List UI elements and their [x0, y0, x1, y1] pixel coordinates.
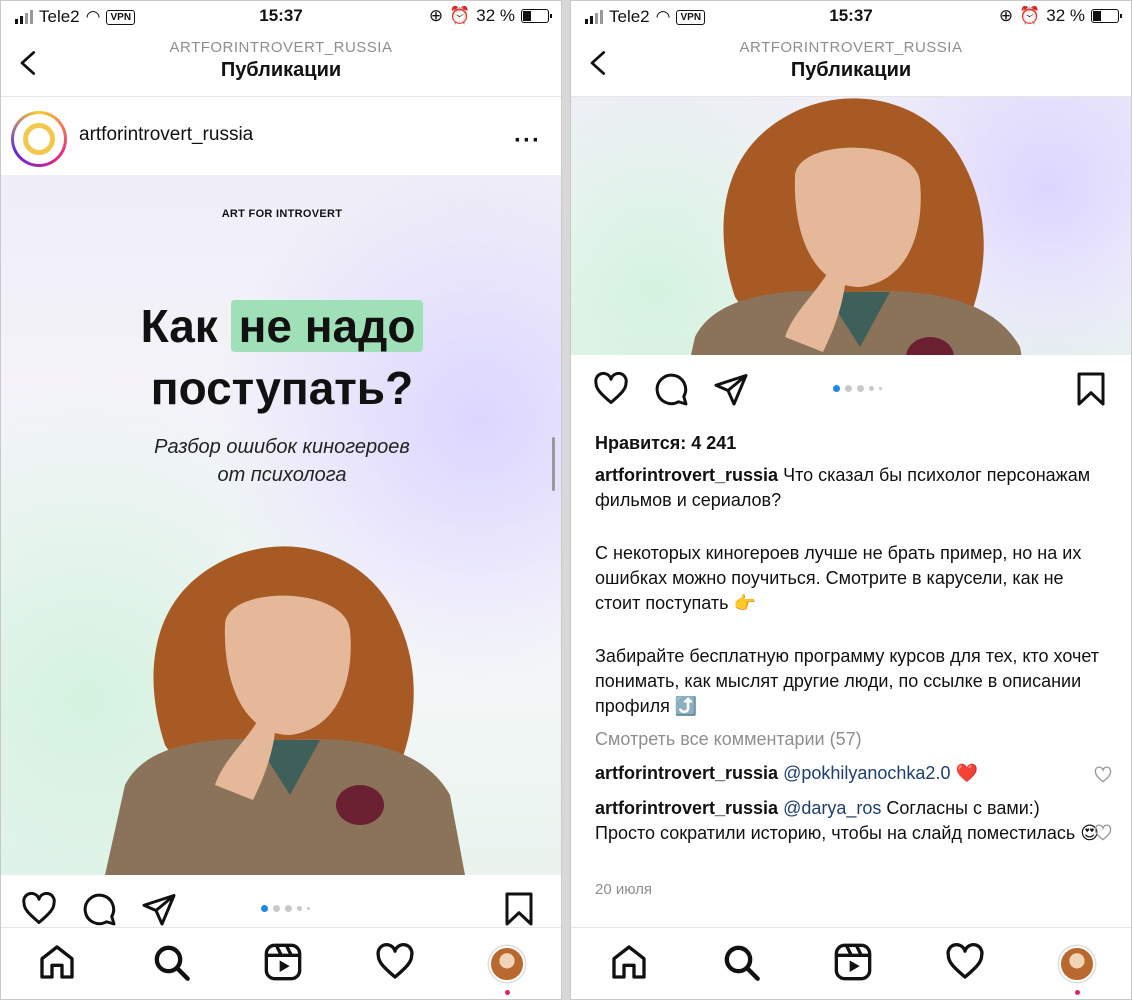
reels-icon[interactable] [833, 942, 873, 982]
status-right: ⊕ ⏰ 32 % [428, 6, 552, 26]
comment-1: artforintrovert_russia @pokhilyanochka2.… [595, 761, 1101, 786]
post-date: 20 июля [595, 881, 653, 898]
headline-part-1: Как [140, 300, 231, 352]
like-heart-icon[interactable] [593, 371, 629, 407]
activity-heart-icon[interactable] [375, 942, 415, 982]
woman-illustration [675, 97, 1035, 355]
save-bookmark-icon[interactable] [501, 891, 537, 927]
slide-subtitle: Разбор ошибок киногероев от психолога [1, 433, 561, 489]
post-actions [571, 371, 1131, 417]
bottom-tab-bar [1, 927, 561, 999]
comment-1-mention[interactable]: @pokhilyanochka2.0 [783, 763, 950, 783]
alarm-icon: ⏰ [449, 6, 471, 25]
headline-highlight: не надо [230, 300, 424, 352]
caption-paragraph-3: Забирайте бесплатную программу курсов дл… [595, 646, 1100, 716]
comment-icon[interactable] [81, 891, 117, 927]
phone-screen-left: Tele2 ◠ VPN 15:37 ⊕ ⏰ 32 % ARTFORINTROVE… [0, 0, 562, 1000]
scrollbar[interactable] [552, 437, 555, 491]
comment-2-like-icon[interactable] [1093, 823, 1113, 843]
profile-avatar[interactable] [489, 946, 525, 982]
comment-2-username[interactable]: artforintrovert_russia [595, 798, 778, 818]
subtitle-line-1: Разбор ошибок киногероев [154, 436, 410, 458]
post-image[interactable]: ART FOR INTROVERT Как не надо поступать?… [1, 175, 561, 875]
activity-heart-icon[interactable] [945, 942, 985, 982]
reels-icon[interactable] [263, 942, 303, 982]
post-image[interactable] [571, 97, 1131, 355]
home-icon[interactable] [609, 942, 649, 982]
top-navigation: ARTFORINTROVERT_RUSSIA Публикации [571, 35, 1131, 97]
rotation-lock-icon: ⊕ [998, 6, 1014, 25]
account-avatar[interactable] [11, 111, 67, 167]
home-icon[interactable] [37, 942, 77, 982]
save-bookmark-icon[interactable] [1073, 371, 1109, 407]
phone-screen-right: Tele2 ◠ VPN 15:37 ⊕ ⏰ 32 % ARTFORINTROVE… [570, 0, 1132, 1000]
search-icon[interactable] [721, 942, 761, 982]
notification-dot [505, 990, 510, 995]
likes-count[interactable]: Нравится: 4 241 [595, 431, 1101, 456]
comment-1-text: ❤️ [950, 763, 978, 783]
nav-title: Публикации [220, 59, 342, 81]
view-all-comments-link[interactable]: Смотреть все комментарии (57) [595, 727, 1101, 752]
share-icon[interactable] [713, 371, 749, 407]
carousel-dots [261, 905, 310, 912]
status-bar: Tele2 ◠ VPN 15:37 ⊕ ⏰ 32 % [571, 1, 1131, 33]
slide-headline: Как не надо поступать? [1, 295, 561, 419]
comment-2-mention[interactable]: @darya_ros [783, 798, 881, 818]
battery-percent: 32 % [1046, 6, 1085, 25]
caption-username[interactable]: artforintrovert_russia [595, 465, 778, 485]
slide-brand: ART FOR INTROVERT [221, 208, 343, 220]
more-options-icon[interactable]: ··· [514, 127, 541, 155]
comment-1-username[interactable]: artforintrovert_russia [595, 763, 778, 783]
headline-part-2: поступать? [150, 362, 414, 414]
caption-paragraph-2: С некоторых киногероев лучше не брать пр… [595, 543, 1082, 613]
status-bar: Tele2 ◠ VPN 15:37 ⊕ ⏰ 32 % [1, 1, 561, 33]
carousel-dots [833, 385, 882, 392]
subtitle-line-2: от психолога [217, 464, 347, 486]
post-username[interactable]: artforintrovert_russia [79, 124, 253, 146]
comment-1-like-icon[interactable] [1093, 765, 1113, 785]
bottom-tab-bar [571, 927, 1131, 999]
share-icon[interactable] [141, 891, 177, 927]
nav-account-name: ARTFORINTROVERT_RUSSIA [739, 39, 963, 56]
search-icon[interactable] [151, 942, 191, 982]
status-right: ⊕ ⏰ 32 % [998, 6, 1122, 26]
woman-illustration [105, 535, 465, 875]
alarm-icon: ⏰ [1019, 6, 1041, 25]
top-navigation: ARTFORINTROVERT_RUSSIA Публикации [1, 35, 561, 97]
nav-title: Публикации [790, 59, 912, 81]
caption-paragraph-1: artforintrovert_russia Что сказал бы пси… [595, 463, 1101, 513]
profile-avatar[interactable] [1059, 946, 1095, 982]
battery-icon [1091, 9, 1122, 23]
post-header: artforintrovert_russia ··· [1, 99, 561, 175]
battery-icon [521, 9, 552, 23]
like-heart-icon[interactable] [21, 891, 57, 927]
notification-dot [1075, 990, 1080, 995]
comment-2: artforintrovert_russia @darya_ros Соглас… [595, 796, 1101, 846]
nav-account-name: ARTFORINTROVERT_RUSSIA [169, 39, 393, 56]
rotation-lock-icon: ⊕ [428, 6, 444, 25]
battery-percent: 32 % [476, 6, 515, 25]
comment-icon[interactable] [653, 371, 689, 407]
